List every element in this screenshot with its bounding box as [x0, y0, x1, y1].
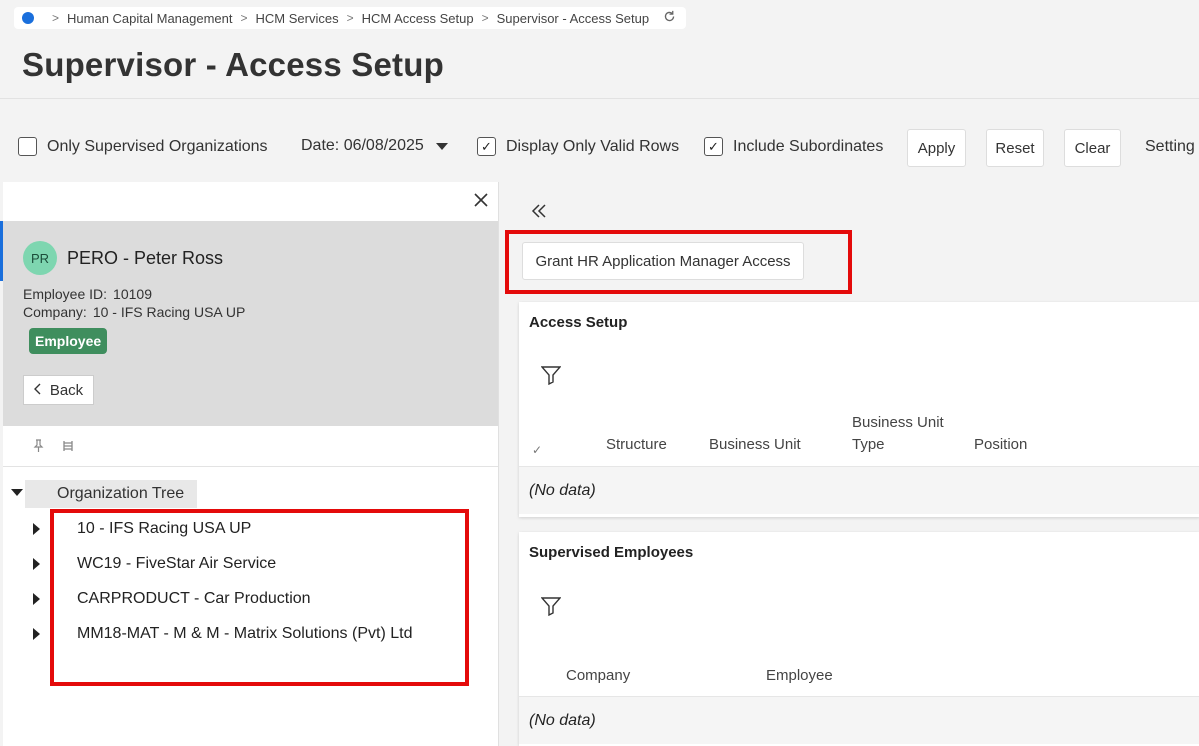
pin-icon[interactable] [33, 439, 44, 456]
breadcrumb-item-current: Supervisor - Access Setup [496, 10, 650, 26]
include-subordinates-checkbox[interactable]: ✓ Include Subordinates [704, 137, 883, 156]
chevron-right-icon: > [240, 11, 248, 25]
tree-item-label: 10 - IFS Racing USA UP [77, 520, 252, 537]
company-row: Company: 10 - IFS Racing USA UP [23, 304, 245, 320]
only-supervised-checkbox[interactable]: Only Supervised Organizations [18, 137, 268, 156]
apply-button[interactable]: Apply [907, 129, 966, 167]
filter-icon[interactable] [540, 596, 562, 621]
employee-id-value: 10109 [113, 286, 152, 302]
chevron-right-icon: > [481, 11, 489, 25]
employee-id-row: Employee ID: 10109 [23, 286, 152, 302]
double-chevron-left-icon[interactable] [531, 198, 547, 224]
selection-accent [0, 221, 3, 281]
display-valid-rows-label: Display Only Valid Rows [506, 137, 680, 155]
clear-button[interactable]: Clear [1064, 129, 1121, 167]
tree-item[interactable]: WC19 - FiveStar Air Service [33, 550, 276, 578]
avatar: PR [23, 241, 57, 275]
caret-right-icon[interactable] [33, 593, 40, 605]
column-header-business-unit[interactable]: Business Unit [709, 434, 801, 456]
caret-down-icon[interactable] [11, 489, 23, 496]
section-title: Access Setup [529, 314, 628, 331]
filter-toolbar: Only Supervised Organizations Date: 06/0… [0, 100, 1199, 182]
employee-id-label: Employee ID: [23, 286, 108, 302]
no-data-row: (No data) [519, 466, 1199, 514]
back-button[interactable]: Back [23, 375, 94, 405]
tree-item-label: MM18-MAT - M & M - Matrix Solutions (Pvt… [77, 625, 413, 642]
display-valid-rows-checkbox[interactable]: ✓ Display Only Valid Rows [477, 137, 679, 156]
checkbox-checked-icon[interactable]: ✓ [704, 137, 723, 156]
home-icon[interactable] [22, 12, 34, 24]
checkbox-checked-icon[interactable]: ✓ [477, 137, 496, 156]
breadcrumb-item-hcm[interactable]: Human Capital Management [67, 11, 232, 26]
section-title: Supervised Employees [529, 544, 694, 561]
tree-item-label: CARPRODUCT - Car Production [77, 590, 311, 607]
breadcrumb-item-hcm-access-setup[interactable]: HCM Access Setup [362, 11, 474, 26]
refresh-icon[interactable] [663, 10, 676, 26]
breadcrumb-item-hcm-services[interactable]: HCM Services [256, 11, 339, 26]
only-supervised-label: Only Supervised Organizations [47, 137, 268, 155]
chevron-left-icon [33, 382, 42, 399]
no-data-row: (No data) [519, 696, 1199, 744]
tree-item[interactable]: MM18-MAT - M & M - Matrix Solutions (Pvt… [33, 620, 412, 648]
organization-tree-root[interactable]: Organization Tree [25, 480, 197, 508]
select-all-check-icon[interactable]: ✓ [532, 439, 542, 461]
expand-tree-icon[interactable] [61, 439, 75, 456]
employee-panel: PR PERO - Peter Ross Employee ID: 10109 C… [0, 182, 498, 746]
chevron-right-icon: > [52, 11, 60, 25]
grant-hr-access-button[interactable]: Grant HR Application Manager Access [522, 242, 804, 280]
tree-item[interactable]: 10 - IFS Racing USA UP [33, 515, 251, 543]
caret-right-icon[interactable] [33, 558, 40, 570]
include-subordinates-label: Include Subordinates [733, 137, 884, 155]
company-value: 10 - IFS Racing USA UP [92, 304, 246, 320]
settings-button[interactable]: Setting [1145, 138, 1195, 156]
top-bar: > Human Capital Management > HCM Service… [0, 0, 1199, 99]
checkbox-unchecked-icon[interactable] [18, 137, 37, 156]
status-badge: Employee [29, 328, 108, 354]
column-header-structure[interactable]: Structure [606, 434, 667, 456]
caret-down-icon[interactable] [435, 142, 448, 150]
page-title: Supervisor - Access Setup [22, 46, 444, 83]
access-panel: Grant HR Application Manager Access Acce… [498, 182, 1199, 746]
back-label: Back [49, 381, 84, 399]
close-icon[interactable] [474, 190, 488, 213]
employee-name: PERO - Peter Ross [67, 248, 224, 268]
date-selector[interactable]: Date: 06/08/2025 [301, 137, 448, 155]
access-setup-section: Access Setup ✓ Structure Business Unit B… [519, 302, 1199, 517]
caret-right-icon[interactable] [33, 523, 40, 535]
column-header-company[interactable]: Company [566, 665, 630, 687]
column-header-employee[interactable]: Employee [766, 665, 833, 687]
chevron-right-icon: > [346, 11, 354, 25]
employee-card: PR PERO - Peter Ross Employee ID: 10109 C… [0, 221, 498, 426]
reset-button[interactable]: Reset [986, 129, 1044, 167]
breadcrumb: > Human Capital Management > HCM Service… [14, 7, 687, 29]
column-header-business-unit-type[interactable]: Business Unit Type [852, 412, 962, 456]
date-label: Date: 06/08/2025 [301, 137, 424, 154]
column-header-position[interactable]: Position [974, 434, 1027, 456]
filter-icon[interactable] [540, 365, 562, 390]
tree-toolbar [3, 426, 498, 467]
company-label: Company: [23, 304, 87, 320]
settings-label: Setting [1145, 138, 1195, 155]
caret-right-icon[interactable] [33, 628, 40, 640]
supervised-employees-section: Supervised Employees Company Employee (N… [519, 532, 1199, 746]
tree-item-label: WC19 - FiveStar Air Service [77, 555, 277, 572]
tree-item[interactable]: CARPRODUCT - Car Production [33, 585, 311, 613]
